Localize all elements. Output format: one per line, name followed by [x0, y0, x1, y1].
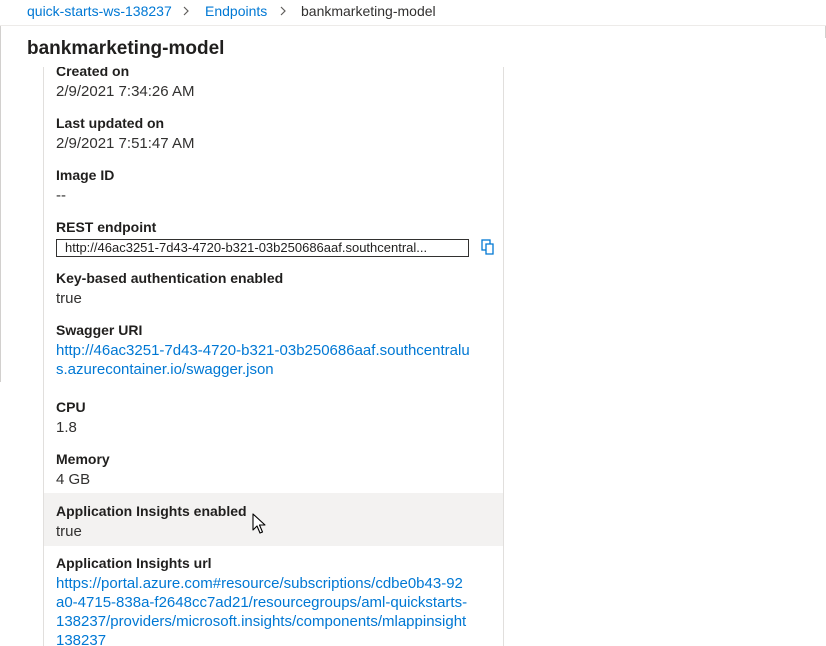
swagger-uri-label: Swagger URI: [56, 322, 143, 338]
image-id-label: Image ID: [56, 167, 115, 183]
rest-endpoint-label: REST endpoint: [56, 219, 157, 235]
page-title: bankmarketing-model: [27, 38, 225, 59]
cpu-field: CPU 1.8: [56, 398, 496, 438]
image-id-field: Image ID --: [56, 166, 496, 206]
last-updated-value: 2/9/2021 7:51:47 AM: [56, 135, 195, 152]
memory-value: 4 GB: [56, 471, 91, 488]
key-auth-label: Key-based authentication enabled: [56, 270, 284, 286]
created-on-value: 2/9/2021 7:34:26 AM: [56, 83, 195, 100]
cpu-value: 1.8: [56, 419, 77, 436]
key-auth-value: true: [56, 290, 82, 307]
swagger-uri-link[interactable]: http://46ac3251-7d43-4720-b321-03b250686…: [56, 341, 470, 379]
breadcrumb-endpoints-link[interactable]: Endpoints: [205, 3, 267, 19]
created-on-field: Created on 2/9/2021 7:34:26 AM: [56, 67, 496, 102]
chevron-right-icon: [280, 6, 286, 16]
rest-endpoint-textbox[interactable]: http://46ac3251-7d43-4720-b321-03b250686…: [56, 239, 469, 257]
copy-icon[interactable]: [479, 238, 497, 256]
rest-endpoint-field: REST endpoint http://46ac3251-7d43-4720-…: [56, 218, 496, 257]
last-updated-label: Last updated on: [56, 115, 165, 131]
memory-field: Memory 4 GB: [56, 450, 496, 490]
app-insights-enabled-field: Application Insights enabled true: [56, 502, 496, 542]
app-insights-enabled-value: true: [56, 523, 82, 540]
details-panel: Created on 2/9/2021 7:34:26 AM Last upda…: [43, 67, 504, 646]
app-insights-url-link[interactable]: https://portal.azure.com#resource/subscr…: [56, 574, 470, 646]
last-updated-field: Last updated on 2/9/2021 7:51:47 AM: [56, 114, 496, 154]
app-insights-url-label: Application Insights url: [56, 555, 212, 571]
memory-label: Memory: [56, 451, 110, 467]
created-on-label: Created on: [56, 67, 130, 79]
mouse-pointer-icon: [252, 513, 266, 534]
breadcrumb: quick-starts-ws-138237 Endpoints bankmar…: [0, 0, 826, 26]
app-insights-url-field: Application Insights url https://portal.…: [56, 554, 496, 646]
swagger-uri-field: Swagger URI http://46ac3251-7d43-4720-b3…: [56, 321, 496, 379]
key-auth-field: Key-based authentication enabled true: [56, 269, 496, 309]
cpu-label: CPU: [56, 399, 86, 415]
breadcrumb-current: bankmarketing-model: [301, 3, 436, 19]
image-id-value: --: [56, 187, 66, 204]
app-insights-enabled-label: Application Insights enabled: [56, 503, 247, 519]
left-border: [0, 26, 1, 382]
breadcrumb-workspace-link[interactable]: quick-starts-ws-138237: [27, 3, 172, 19]
chevron-right-icon: [183, 6, 189, 16]
